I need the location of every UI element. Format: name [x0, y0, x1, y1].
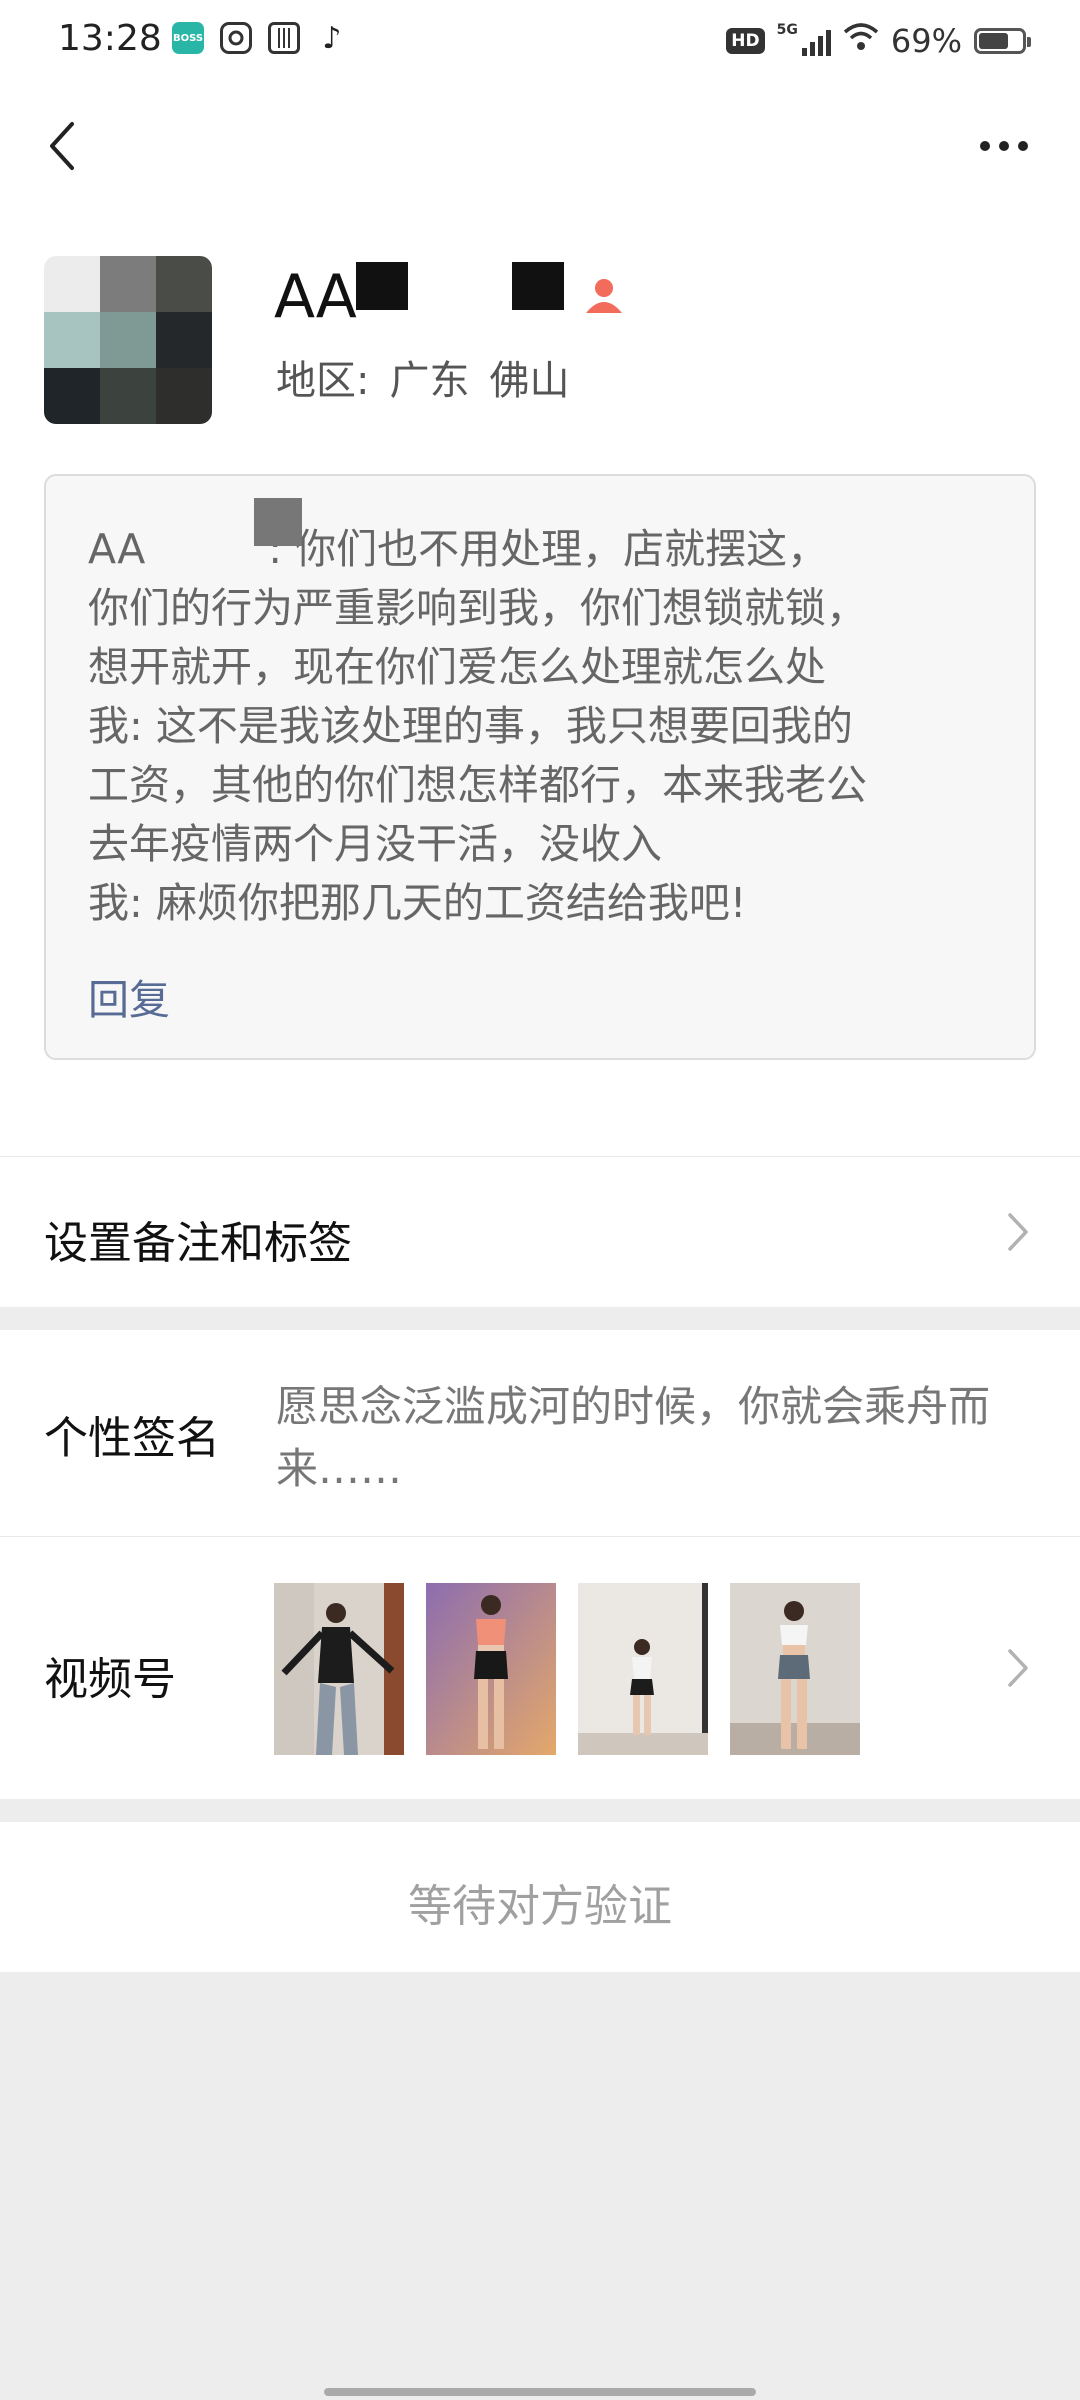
contact-profile-page: 13:28 BOSS ♪ HD 5G 69% AA 地区: 广东 佛山 AA:… — [0, 0, 1080, 2400]
redaction-block — [511, 262, 564, 310]
signature-label: 个性签名 — [44, 1413, 220, 1464]
channel-thumbnail[interactable] — [274, 1583, 404, 1755]
region-city: 佛山 — [489, 358, 570, 404]
status-bar: 13:28 BOSS ♪ HD 5G 69% — [0, 0, 1080, 84]
message-line: 工资，其他的你们想怎样都行，本来我老公 — [88, 761, 867, 809]
more-button[interactable] — [964, 114, 1044, 178]
boss-zhipin-icon: BOSS — [172, 22, 204, 54]
channel-thumbnail[interactable] — [426, 1583, 556, 1755]
signature-text: 愿思念泛滥成河的时候，你就会乘舟而来…… — [276, 1382, 991, 1493]
battery-percent: 69% — [890, 22, 962, 60]
redaction-block — [355, 262, 408, 310]
region-info: 地区: 广东 佛山 — [276, 348, 589, 406]
message-line: 想开就开，现在你们爱怎么处理就怎么处 — [88, 643, 826, 691]
hd-badge: HD — [726, 28, 765, 54]
friend-request-messages: AA : 你们也不用处理，店就摆这， 你们的行为严重影响到我，你们想锁就锁， 想… — [44, 474, 1036, 1060]
battery-fill — [979, 33, 1008, 49]
status-time: 13:28 — [58, 18, 162, 59]
region-label: 地区: — [276, 358, 370, 404]
chevron-right-icon — [1008, 1213, 1028, 1251]
profile-section: AA 地区: 广东 佛山 AA : 你们也不用处理，店就摆这， 你们的行为严重影响到… — [0, 210, 1080, 1156]
region-province: 广东 — [389, 358, 470, 404]
signal-icon — [801, 26, 831, 56]
set-remark-tags-label: 设置备注和标签 — [44, 1218, 352, 1269]
message-line: AA : 你们也不用处理，店就摆这， — [88, 525, 829, 573]
instagram-icon — [220, 22, 252, 54]
more-dots-icon — [980, 141, 990, 151]
network-type: 5G — [776, 22, 798, 38]
chevron-left-icon — [50, 122, 74, 170]
set-remark-tags-cell[interactable]: 设置备注和标签 — [0, 1156, 1080, 1307]
await-verification-button[interactable]: 等待对方验证 — [0, 1822, 1080, 1972]
battery-icon — [974, 28, 1031, 54]
status-indicators: HD 5G 69% — [726, 22, 1031, 60]
message-line: 我: 这不是我该处理的事，我只想要回我的 — [88, 702, 853, 750]
message-line: 我: 麻烦你把那几天的工资结给我吧! — [88, 879, 747, 927]
chevron-right-icon — [1008, 1649, 1028, 1687]
channels-label: 视频号 — [44, 1654, 176, 1705]
profile-name-text: AA — [274, 262, 357, 332]
tiktok-icon: ♪ — [322, 20, 342, 56]
channel-thumbnail[interactable] — [578, 1583, 708, 1755]
reply-link[interactable]: 回复 — [88, 966, 170, 1026]
channels-thumbnails — [274, 1583, 860, 1755]
message-line: 你们的行为严重影响到我，你们想锁就锁， — [88, 584, 867, 632]
channel-thumbnail[interactable] — [730, 1583, 860, 1755]
profile-name: AA — [274, 262, 626, 332]
top-nav-bar — [0, 84, 1080, 210]
channels-cell[interactable]: 视频号 — [0, 1536, 1080, 1799]
avatar[interactable] — [44, 256, 212, 424]
home-indicator[interactable] — [324, 2388, 756, 2396]
status-app-icons: BOSS ♪ — [172, 20, 348, 56]
message-line: 去年疫情两个月没干活，没收入 — [88, 820, 662, 868]
redaction-block — [254, 498, 302, 546]
back-button[interactable] — [30, 114, 94, 178]
message-list: AA : 你们也不用处理，店就摆这， 你们的行为严重影响到我，你们想锁就锁， 想… — [88, 520, 988, 933]
news-icon — [268, 22, 300, 54]
female-icon — [582, 273, 626, 321]
await-verification-label: 等待对方验证 — [408, 1881, 672, 1932]
signature-cell: 个性签名 愿思念泛滥成河的时候，你就会乘舟而来…… — [0, 1330, 1080, 1536]
wifi-icon — [843, 22, 879, 60]
